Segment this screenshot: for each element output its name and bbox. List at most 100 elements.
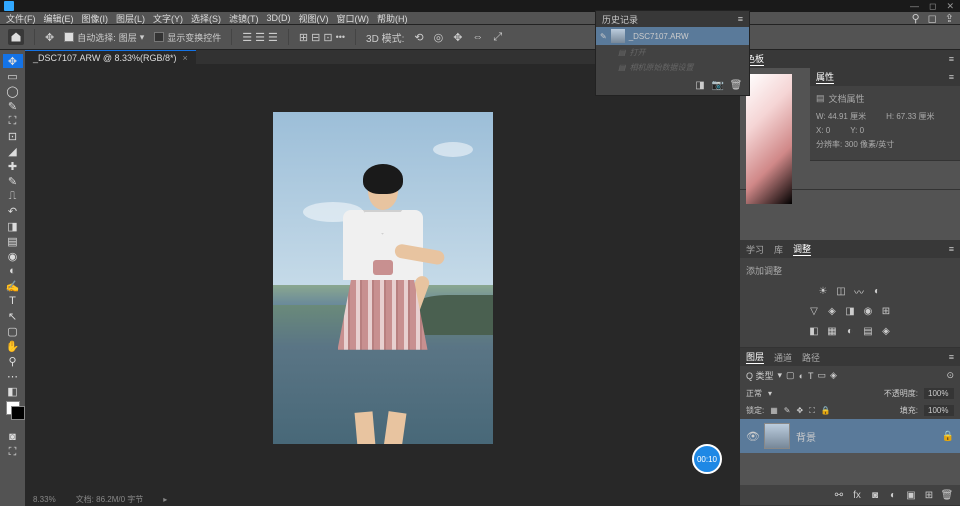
- invert-icon[interactable]: ◧: [807, 324, 821, 338]
- eyedropper-tool[interactable]: ◢: [3, 144, 23, 158]
- gradient-map-icon[interactable]: ▤: [861, 324, 875, 338]
- filter-adjust-icon[interactable]: ◐: [799, 371, 804, 381]
- distribute-icon[interactable]: ⊞: [299, 31, 308, 44]
- gradient-tool[interactable]: ▤: [3, 234, 23, 248]
- photo-filter-icon[interactable]: ◉: [861, 304, 875, 318]
- layers-tab[interactable]: 图层: [746, 350, 764, 364]
- move-tool[interactable]: ✥: [3, 54, 23, 68]
- lock-pixels-icon[interactable]: ✎: [784, 406, 791, 415]
- scale-icon[interactable]: ⤢: [493, 31, 502, 44]
- eraser-tool[interactable]: ◨: [3, 219, 23, 233]
- history-item[interactable]: ▤ 打开: [596, 45, 749, 60]
- close-tab-icon[interactable]: ×: [183, 53, 188, 63]
- hand-tool[interactable]: ✋: [3, 339, 23, 353]
- chevron-down-icon[interactable]: ▾: [778, 370, 783, 381]
- learn-tab[interactable]: 学习: [746, 243, 764, 256]
- threshold-icon[interactable]: ◐: [843, 324, 857, 338]
- vibrance-icon[interactable]: ▽: [807, 304, 821, 318]
- fx-icon[interactable]: fx: [850, 488, 864, 502]
- color-picker[interactable]: [746, 74, 792, 204]
- menu-filter[interactable]: 滤镜(T): [229, 12, 259, 25]
- link-icon[interactable]: ⚯: [832, 488, 846, 502]
- menu-select[interactable]: 选择(S): [191, 12, 221, 25]
- curves-icon[interactable]: 〰: [852, 284, 866, 298]
- blur-tool[interactable]: ◉: [3, 249, 23, 263]
- filter-toggle-icon[interactable]: ⊙: [946, 370, 954, 381]
- delete-icon[interactable]: 🗑: [729, 78, 743, 92]
- dodge-tool[interactable]: ◐: [3, 264, 23, 278]
- menu-layer[interactable]: 图层(L): [116, 12, 145, 25]
- align-center-icon[interactable]: ☰: [255, 31, 265, 44]
- filter-shape-icon[interactable]: ▭: [818, 370, 827, 381]
- shape-tool[interactable]: ▢: [3, 324, 23, 338]
- layer-thumbnail[interactable]: [764, 423, 790, 449]
- pen-tool[interactable]: ✍: [3, 279, 23, 293]
- share-icon[interactable]: ⇪: [945, 12, 954, 25]
- group-icon[interactable]: ▣: [904, 488, 918, 502]
- hue-icon[interactable]: ◈: [825, 304, 839, 318]
- minimize-icon[interactable]: —: [910, 1, 919, 12]
- lock-icon[interactable]: 🔒: [942, 431, 954, 442]
- home-icon[interactable]: [8, 29, 24, 45]
- filter-text-icon[interactable]: T: [808, 371, 814, 381]
- filter-image-icon[interactable]: ▢: [786, 370, 795, 381]
- exposure-icon[interactable]: ◐: [870, 284, 884, 298]
- lock-artboard-icon[interactable]: ⛶: [809, 406, 815, 416]
- channel-mixer-icon[interactable]: ⊞: [879, 304, 893, 318]
- adjustments-tab[interactable]: 调整: [793, 242, 811, 256]
- crop-tool[interactable]: ⛶: [3, 114, 23, 128]
- clone-tool[interactable]: ⎍: [3, 189, 23, 203]
- quick-select-tool[interactable]: ✎: [3, 99, 23, 113]
- frame-tool[interactable]: ⊡: [3, 129, 23, 143]
- properties-tab[interactable]: 属性: [816, 70, 834, 84]
- adjustment-icon[interactable]: ◐: [886, 488, 900, 502]
- history-item[interactable]: ▤ 相机原始数据设置: [596, 60, 749, 75]
- panel-menu-icon[interactable]: ≡: [738, 14, 743, 24]
- pan-icon[interactable]: ✥: [453, 31, 462, 44]
- filter-smart-icon[interactable]: ◈: [830, 370, 837, 381]
- screen-mode-tool[interactable]: ⛶: [3, 445, 23, 459]
- channels-tab[interactable]: 通道: [774, 351, 792, 364]
- menu-image[interactable]: 图像(I): [82, 12, 109, 25]
- lasso-tool[interactable]: ◯: [3, 84, 23, 98]
- chevron-down-icon[interactable]: ▾: [768, 389, 772, 398]
- path-tool[interactable]: ↖: [3, 309, 23, 323]
- layer-name[interactable]: 背景: [796, 429, 816, 444]
- menu-edit[interactable]: 编辑(E): [44, 12, 74, 25]
- history-snapshot[interactable]: ✎ _DSC7107.ARW: [596, 27, 749, 45]
- search-icon[interactable]: ⚲: [912, 12, 920, 25]
- menu-3d[interactable]: 3D(D): [267, 13, 291, 23]
- lock-position-icon[interactable]: ✥: [797, 406, 804, 415]
- distribute-icon[interactable]: ⊟: [311, 31, 320, 44]
- mask-icon[interactable]: ◙: [868, 488, 882, 502]
- type-tool[interactable]: T: [3, 294, 23, 308]
- marquee-tool[interactable]: ▭: [3, 69, 23, 83]
- fill-input[interactable]: 100%: [924, 405, 954, 416]
- paths-tab[interactable]: 路径: [802, 351, 820, 364]
- blend-mode[interactable]: 正常: [746, 388, 762, 399]
- checkbox-icon[interactable]: [64, 32, 74, 42]
- canvas[interactable]: 00:10: [25, 64, 740, 492]
- more-tools[interactable]: ⋯: [3, 369, 23, 383]
- align-left-icon[interactable]: ☰: [242, 31, 252, 44]
- chevron-right-icon[interactable]: ▸: [163, 495, 167, 504]
- close-icon[interactable]: ✕: [946, 1, 954, 12]
- history-brush-tool[interactable]: ↶: [3, 204, 23, 218]
- checkbox-icon[interactable]: [154, 32, 164, 42]
- healing-tool[interactable]: ✚: [3, 159, 23, 173]
- delete-icon[interactable]: 🗑: [940, 488, 954, 502]
- orbit-icon[interactable]: ⟲: [414, 31, 423, 44]
- menu-view[interactable]: 视图(V): [299, 12, 329, 25]
- brightness-icon[interactable]: ☀: [816, 284, 830, 298]
- camera-icon[interactable]: 📷: [711, 78, 725, 92]
- panel-menu-icon[interactable]: ≡: [949, 352, 954, 362]
- filter-type[interactable]: Q 类型: [746, 369, 774, 382]
- zoom-tool[interactable]: ⚲: [3, 354, 23, 368]
- distribute-icon[interactable]: ⊡: [323, 31, 332, 44]
- panel-menu-icon[interactable]: ≡: [949, 244, 954, 254]
- document-tab[interactable]: _DSC7107.ARW @ 8.33%(RGB/8*) ×: [25, 50, 196, 64]
- roll-icon[interactable]: ◎: [434, 31, 444, 44]
- align-right-icon[interactable]: ☰: [268, 31, 278, 44]
- panel-menu-icon[interactable]: ≡: [949, 72, 954, 82]
- panel-menu-icon[interactable]: ≡: [949, 54, 954, 64]
